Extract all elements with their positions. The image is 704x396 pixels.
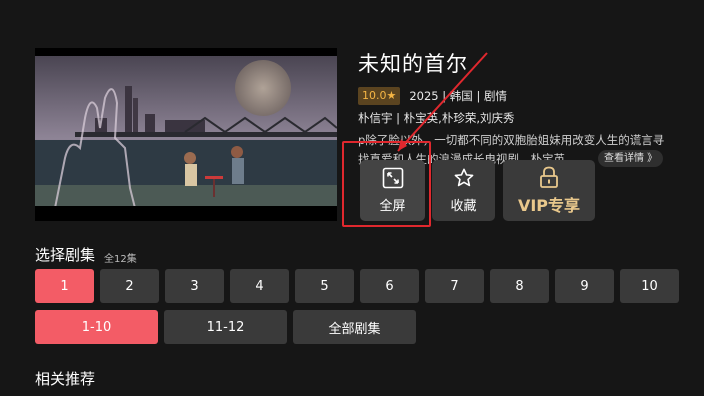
episodes-count: 全12集 xyxy=(104,254,137,265)
meta-row: 10.0★ 2025 | 韩国 | 剧情 xyxy=(358,87,507,105)
episode-button[interactable]: 10 xyxy=(620,269,679,303)
detail-page: 未知的首尔 10.0★ 2025 | 韩国 | 剧情 朴信宇 | 朴宝英,朴珍荣… xyxy=(0,0,704,396)
lock-icon xyxy=(540,166,558,188)
range-tab[interactable]: 全部剧集 xyxy=(293,310,416,344)
video-thumbnail[interactable] xyxy=(35,48,337,221)
video-frame-illustration xyxy=(35,48,337,221)
favorite-label: 收藏 xyxy=(450,199,477,214)
episodes-title: 选择剧集 xyxy=(35,246,96,264)
episode-button[interactable]: 2 xyxy=(100,269,159,303)
episode-range-tabs: 1-10 11-12 全部剧集 xyxy=(35,310,416,344)
show-cast: 朴信宇 | 朴宝英,朴珍荣,刘庆秀 xyxy=(358,111,515,125)
episode-button[interactable]: 1 xyxy=(35,269,94,303)
highlight-box xyxy=(342,141,431,227)
episode-button[interactable]: 8 xyxy=(490,269,549,303)
star-icon xyxy=(454,168,473,187)
favorite-button[interactable]: 收藏 xyxy=(432,160,495,221)
episode-button[interactable]: 7 xyxy=(425,269,484,303)
vip-button[interactable]: VIP专享 xyxy=(503,160,595,221)
range-tab[interactable]: 11-12 xyxy=(164,310,287,344)
episode-list: 1 2 3 4 5 6 7 8 9 10 xyxy=(35,269,679,303)
episode-button[interactable]: 4 xyxy=(230,269,289,303)
episode-button[interactable]: 9 xyxy=(555,269,614,303)
show-title: 未知的首尔 xyxy=(358,52,468,76)
score-badge: 10.0★ xyxy=(358,87,401,105)
view-details-button[interactable]: 查看详情 》 xyxy=(598,150,664,167)
range-tab[interactable]: 1-10 xyxy=(35,310,158,344)
vip-label: VIP专享 xyxy=(517,195,581,215)
show-meta: 2025 | 韩国 | 剧情 xyxy=(409,89,507,103)
related-title: 相关推荐 xyxy=(35,370,96,388)
episode-button[interactable]: 6 xyxy=(360,269,419,303)
episode-button[interactable]: 3 xyxy=(165,269,224,303)
episode-button[interactable]: 5 xyxy=(295,269,354,303)
